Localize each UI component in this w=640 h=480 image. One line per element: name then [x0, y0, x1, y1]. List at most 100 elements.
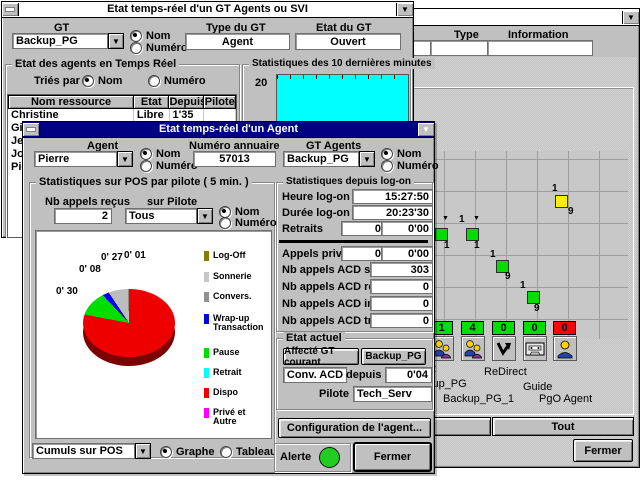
radio-agent-numero[interactable]: Numéro	[140, 160, 198, 172]
prives-count-field[interactable]: 0	[341, 246, 385, 261]
retraits-count-field[interactable]: 0	[341, 221, 385, 236]
tout-bar[interactable]: Tout	[492, 417, 634, 436]
etat-du-gt-field[interactable]: Ouvert	[295, 33, 401, 50]
legend-color-swatch	[204, 314, 209, 324]
annuaire-field[interactable]: 57013	[193, 151, 276, 167]
pilote-combobox[interactable]: Tous ▼	[125, 208, 213, 224]
marker-bottom-value: 9	[505, 271, 511, 282]
column-header[interactable]: Depuis	[169, 95, 204, 109]
radio-tableau[interactable]: Tableau	[220, 446, 277, 458]
heure-logon-field[interactable]: 15:27:50	[352, 189, 433, 204]
title-bar[interactable]: ▼	[406, 9, 639, 26]
marker-top-value: 1	[490, 249, 496, 260]
gt-combobox[interactable]: Backup_PG ▼	[12, 33, 124, 49]
radio-nom-gt[interactable]: Nom	[130, 30, 170, 42]
status-count-box: 0	[492, 321, 515, 335]
type-du-gt-field[interactable]: Agent	[185, 33, 290, 50]
legend-item: Retrait	[204, 368, 242, 378]
title-bar[interactable]: Etat temps-réel d'un GT Agents ou SVI ▼	[2, 2, 413, 18]
agent-combobox[interactable]: Pierre ▼	[34, 151, 133, 167]
logon-stats-group: Statistiques depuis log-on Heure log-on …	[276, 182, 433, 332]
cassette-icon[interactable]	[523, 336, 547, 361]
chevron-down-icon[interactable]: ▼	[135, 443, 151, 459]
legend-label: Pause	[213, 348, 240, 358]
radio-agent-nom[interactable]: Nom	[140, 148, 180, 160]
acd-interceptes-field[interactable]: 0	[370, 296, 433, 311]
pos-group: Statistiques sur POS par pilote ( 5 min.…	[29, 182, 275, 458]
radio-numero-gt[interactable]: Numéro	[130, 42, 188, 54]
marker-bottom-value: 9	[568, 206, 574, 217]
chevron-down-icon: ▼	[422, 125, 430, 134]
legend-label: Log-Off	[213, 251, 245, 261]
radio-graphe[interactable]: Graphe	[160, 446, 215, 458]
legend-item: Convers.	[204, 292, 252, 302]
chevron-down-icon[interactable]: ▼	[117, 151, 133, 167]
prives-duration-field[interactable]: 0'00	[381, 246, 433, 261]
sort-label: Triés par	[34, 75, 80, 87]
minimize-button[interactable]: ▼	[396, 3, 413, 16]
affecte-gt-button[interactable]: Affecté GT courant	[283, 348, 359, 365]
legend-color-swatch	[204, 348, 209, 358]
chevron-down-icon[interactable]: ▼	[359, 151, 375, 167]
minimize-button[interactable]: ▼	[622, 11, 639, 24]
etat-actuel-title: Etat actuel	[283, 332, 345, 344]
acd-refuses-field[interactable]: 0	[370, 279, 433, 294]
legend-label: Sonnerie	[213, 272, 252, 282]
pie-slice-label: 0' 01	[124, 250, 146, 261]
etat-gt-box[interactable]: Backup_PG	[361, 348, 426, 365]
legend-label: Dispo	[213, 388, 238, 398]
agents-pair-icon[interactable]	[461, 336, 485, 361]
alerte-indicator	[319, 447, 340, 468]
group-divider	[279, 240, 428, 243]
system-menu-button[interactable]	[2, 3, 19, 16]
marker-bottom-value: 9	[534, 303, 540, 314]
nb-appels-field[interactable]: 2	[54, 208, 112, 224]
information-field[interactable]	[487, 40, 593, 56]
type-field[interactable]	[430, 40, 490, 56]
radio-pilote-numero[interactable]: Numéro	[219, 217, 277, 229]
sur-pilote-label: sur Pilote	[147, 196, 197, 208]
y-max-label: 20	[255, 77, 267, 89]
column-header[interactable]: Pilote	[204, 95, 236, 109]
legend-color-swatch	[204, 292, 209, 302]
radio-gt-numero[interactable]: Numéro	[381, 160, 439, 172]
pie-chart	[83, 289, 175, 357]
window-title: Etat temps-réel d'un GT Agents ou SVI	[19, 2, 396, 17]
window-agent: Etat temps-réel d'un Agent ▼ Agent Pierr…	[22, 121, 435, 474]
radio-sort-numero[interactable]: Numéro	[148, 75, 206, 87]
depuis-label: depuis	[346, 369, 381, 381]
cumuls-combobox[interactable]: Cumuls sur POS ▼	[32, 443, 151, 459]
legend-color-swatch	[204, 251, 209, 261]
radio-gt-nom[interactable]: Nom	[381, 148, 421, 160]
fermer-button-agent[interactable]: Fermer	[354, 443, 431, 471]
duree-logon-label: Durée log-on	[282, 207, 350, 219]
nb-appels-label: Nb appels reçus	[45, 196, 130, 208]
chevron-down-icon: ▼	[442, 215, 449, 222]
duree-logon-field[interactable]: 20:23'30	[352, 205, 433, 220]
chevron-down-icon[interactable]: ▼	[197, 208, 213, 224]
column-header[interactable]: Nom ressource	[8, 95, 134, 109]
legend-color-swatch	[204, 272, 209, 282]
screen: ▼ Type Information 191▼11▼11919140002ReD…	[0, 0, 640, 480]
system-menu-button[interactable]	[23, 123, 40, 136]
acd-transferes-field[interactable]: 0	[370, 313, 433, 328]
column-header[interactable]: Etat	[134, 95, 169, 109]
redirect-arrow-icon[interactable]	[492, 336, 516, 361]
pilot-label: ReDirect	[484, 366, 527, 378]
retraits-duration-field[interactable]: 0'00	[381, 221, 433, 236]
configuration-button[interactable]: Configuration de l'agent...	[278, 418, 431, 438]
marker-top-value: 1	[520, 280, 526, 291]
legend-label: Wrap-up Transaction	[213, 314, 264, 332]
marker-bottom-value: 1	[444, 240, 450, 251]
gt-agents-combobox[interactable]: Backup_PG ▼	[283, 151, 375, 167]
legend-color-swatch	[204, 408, 209, 418]
chevron-down-icon[interactable]: ▼	[108, 33, 124, 49]
pilot-label: Guide	[523, 381, 552, 393]
acd-servis-field[interactable]: 303	[370, 262, 433, 277]
radio-sort-nom[interactable]: Nom	[82, 75, 122, 87]
fermer-button-supervision[interactable]: Fermer	[573, 439, 633, 462]
agents-group-title: Etat des agents en Temps Réel	[12, 58, 179, 70]
minimize-button[interactable]: ▼	[417, 123, 434, 136]
agent-icon[interactable]	[553, 336, 577, 361]
title-bar[interactable]: Etat temps-réel d'un Agent ▼	[23, 122, 434, 138]
